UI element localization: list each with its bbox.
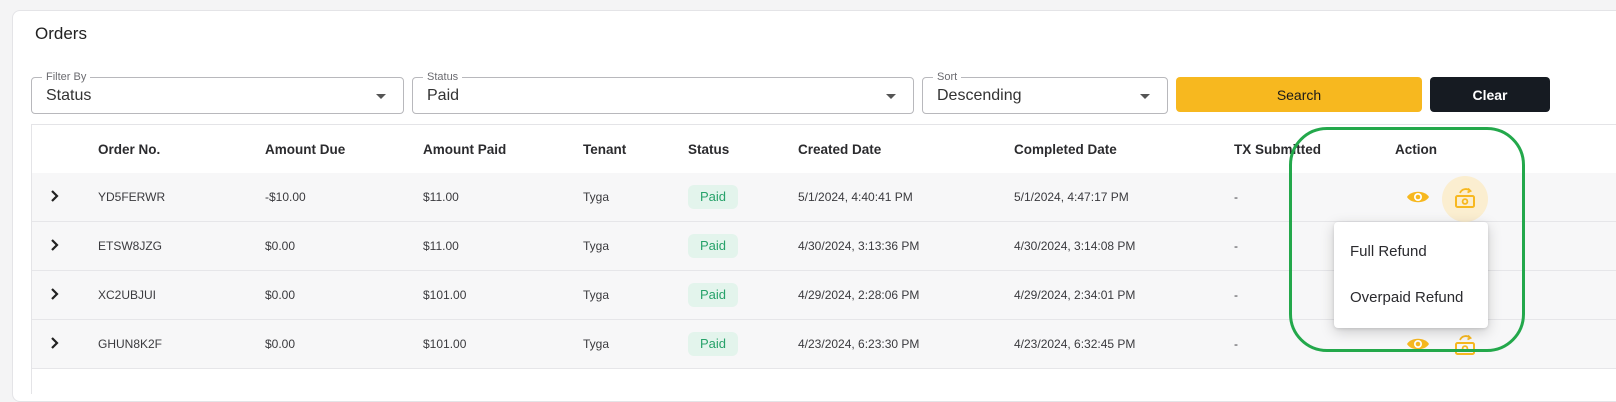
tenant: Tyga	[583, 190, 610, 204]
filter-by-legend: Filter By	[42, 70, 91, 84]
column-header-amount-paid[interactable]: Amount Paid	[423, 142, 506, 157]
completed-date: 4/30/2024, 3:14:08 PM	[1014, 239, 1136, 253]
status-value: Paid	[427, 87, 460, 104]
sort-select[interactable]: Sort Descending	[922, 70, 1168, 114]
clear-button[interactable]: Clear	[1430, 77, 1550, 112]
status-badge: Paid	[688, 283, 739, 307]
completed-date: 4/23/2024, 6:32:45 PM	[1014, 337, 1136, 351]
column-header-action: Action	[1395, 142, 1437, 157]
eye-icon[interactable]	[1405, 187, 1431, 207]
created-date: 4/30/2024, 3:13:36 PM	[798, 239, 920, 253]
chevron-right-icon[interactable]	[48, 287, 62, 301]
amount-paid: $101.00	[423, 288, 467, 302]
order-no: ETSW8JZG	[98, 239, 163, 253]
column-header-amount-due[interactable]: Amount Due	[265, 142, 345, 157]
status-badge: Paid	[688, 185, 739, 209]
amount-paid: $11.00	[423, 190, 459, 204]
status-badge: Paid	[688, 234, 739, 258]
filter-by-select[interactable]: Filter By Status	[31, 70, 404, 114]
tx-submitted: -	[1234, 337, 1238, 351]
chevron-right-icon[interactable]	[48, 336, 62, 350]
chevron-right-icon[interactable]	[48, 238, 62, 252]
created-date: 4/23/2024, 6:23:30 PM	[798, 337, 920, 351]
chevron-down-icon	[376, 94, 386, 99]
column-header-tenant[interactable]: Tenant	[583, 142, 626, 157]
completed-date: 4/29/2024, 2:34:01 PM	[1014, 288, 1136, 302]
refund-icon[interactable]	[1453, 333, 1477, 357]
amount-due: $0.00	[265, 239, 296, 253]
refund-menu: Full Refund Overpaid Refund	[1334, 222, 1488, 328]
amount-due: -$10.00	[265, 190, 306, 204]
eye-icon[interactable]	[1405, 334, 1431, 354]
tx-submitted: -	[1234, 190, 1238, 204]
page-title: Orders	[35, 24, 87, 43]
tenant: Tyga	[583, 288, 610, 302]
table-header: Order No. Amount Due Amount Paid Tenant …	[32, 125, 1616, 174]
sort-legend: Sort	[933, 70, 962, 84]
status-select[interactable]: Status Paid	[412, 70, 914, 114]
table-row: YD5FERWR -$10.00 $11.00 Tyga Paid 5/1/20…	[32, 173, 1616, 222]
tenant: Tyga	[583, 337, 610, 351]
tenant: Tyga	[583, 239, 610, 253]
column-header-status[interactable]: Status	[688, 142, 729, 157]
amount-paid: $101.00	[423, 337, 467, 351]
tx-submitted: -	[1234, 288, 1238, 302]
status-badge: Paid	[688, 332, 739, 356]
sort-value: Descending	[937, 87, 1022, 104]
filter-by-value: Status	[46, 87, 92, 104]
column-header-order-no[interactable]: Order No.	[98, 142, 160, 157]
menu-item-overpaid-refund[interactable]: Overpaid Refund	[1350, 289, 1463, 306]
chevron-right-icon[interactable]	[48, 189, 62, 203]
amount-paid: $11.00	[423, 239, 459, 253]
order-no: GHUN8K2F	[98, 337, 163, 351]
created-date: 5/1/2024, 4:40:41 PM	[798, 190, 913, 204]
column-header-tx-submitted[interactable]: TX Submitted	[1234, 142, 1321, 157]
order-no: XC2UBJUI	[98, 288, 157, 302]
refund-icon[interactable]	[1453, 186, 1477, 210]
order-no: YD5FERWR	[98, 190, 166, 204]
created-date: 4/29/2024, 2:28:06 PM	[798, 288, 920, 302]
column-header-completed-date[interactable]: Completed Date	[1014, 142, 1117, 157]
menu-item-full-refund[interactable]: Full Refund	[1350, 243, 1427, 260]
chevron-down-icon	[1140, 94, 1150, 99]
chevron-down-icon	[886, 94, 896, 99]
amount-due: $0.00	[265, 337, 296, 351]
status-legend: Status	[423, 70, 463, 84]
completed-date: 5/1/2024, 4:47:17 PM	[1014, 190, 1129, 204]
tx-submitted: -	[1234, 239, 1238, 253]
column-header-created-date[interactable]: Created Date	[798, 142, 881, 157]
amount-due: $0.00	[265, 288, 296, 302]
search-button[interactable]: Search	[1176, 77, 1422, 112]
